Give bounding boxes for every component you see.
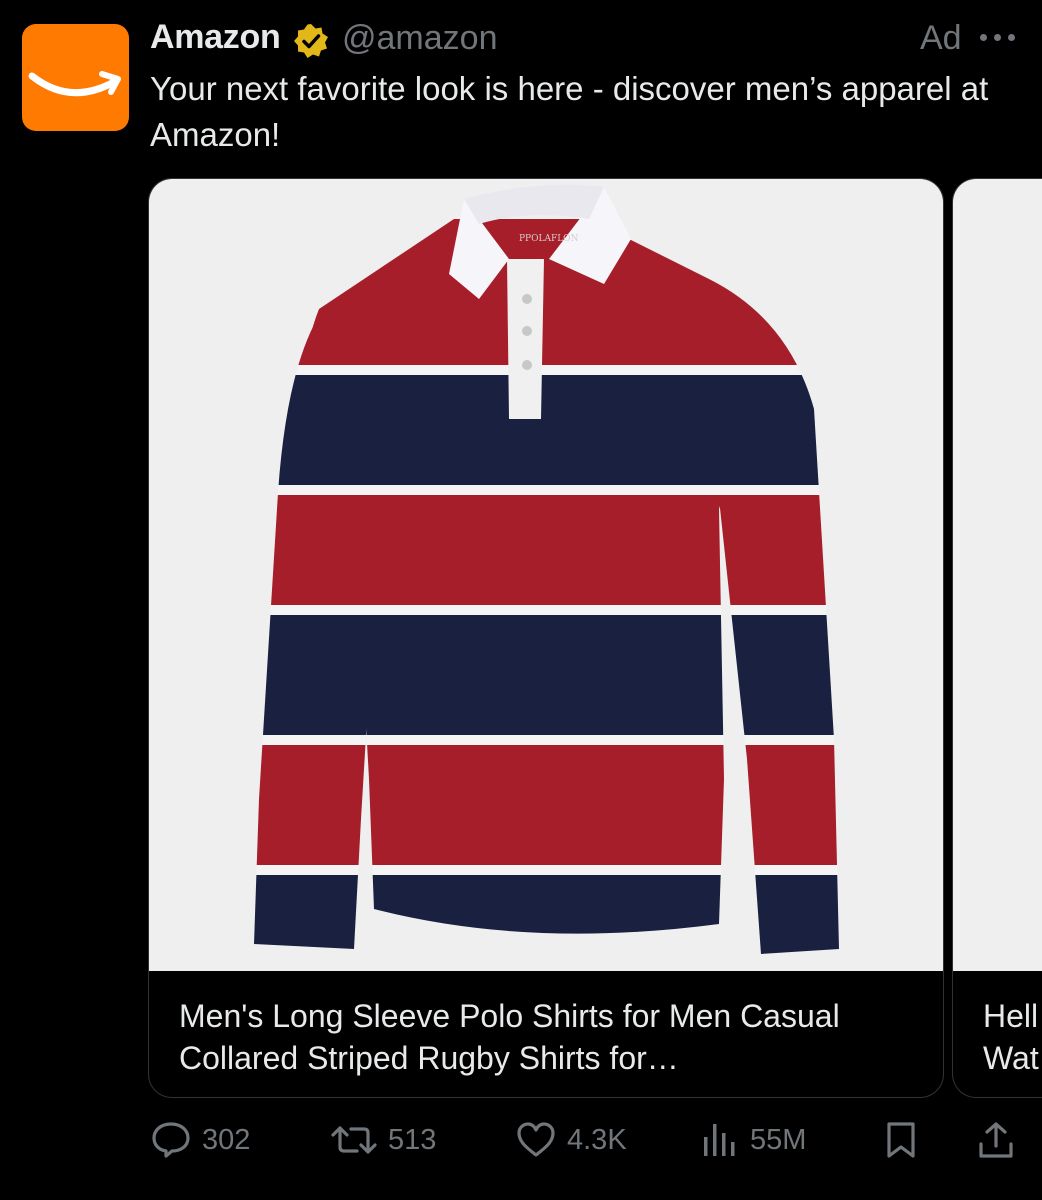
ad-label: Ad: [920, 19, 962, 57]
bookmark-button[interactable]: [884, 1118, 918, 1162]
verified-badge-icon: [294, 24, 328, 58]
amazon-smile-icon: [28, 71, 121, 97]
more-icon[interactable]: [976, 22, 1020, 52]
product-image-shirt: PPOLAFLON: [254, 184, 839, 954]
views-button[interactable]: 55M: [700, 1118, 806, 1162]
like-count: 4.3K: [567, 1123, 627, 1156]
reply-button[interactable]: 302: [150, 1118, 250, 1162]
product-image[interactable]: PPOLAFLON: [149, 179, 943, 971]
repost-count: 513: [388, 1123, 437, 1156]
product-title[interactable]: Men's Long Sleeve Polo Shirts for Men Ca…: [179, 995, 919, 1079]
share-button[interactable]: [976, 1118, 1016, 1162]
shirt-tag-text: PPOLAFLON: [519, 234, 579, 244]
product-title-next[interactable]: Hell Wat: [983, 995, 1042, 1079]
product-card-next[interactable]: Hell Wat: [952, 178, 1042, 1098]
share-icon: [979, 1122, 1013, 1158]
tweet-text: Your next favorite look is here - discov…: [150, 70, 989, 153]
account-handle[interactable]: @amazon: [342, 19, 497, 58]
like-icon: [517, 1122, 555, 1157]
reply-icon: [152, 1122, 190, 1158]
action-bar: 302 513 4.3K 55M: [0, 1118, 1042, 1162]
product-image-next[interactable]: [953, 179, 1042, 971]
like-button[interactable]: 4.3K: [515, 1118, 627, 1162]
product-card[interactable]: PPOLAFLON Men's Long Sleeve Polo Shirts …: [148, 178, 944, 1098]
reply-count: 302: [202, 1123, 251, 1156]
views-count: 55M: [750, 1123, 807, 1156]
repost-icon: [331, 1126, 377, 1154]
repost-button[interactable]: 513: [330, 1118, 436, 1162]
views-icon: [704, 1124, 735, 1156]
amazon-avatar[interactable]: [22, 24, 129, 131]
account-name[interactable]: Amazon: [150, 18, 281, 57]
bookmark-icon: [887, 1122, 915, 1158]
